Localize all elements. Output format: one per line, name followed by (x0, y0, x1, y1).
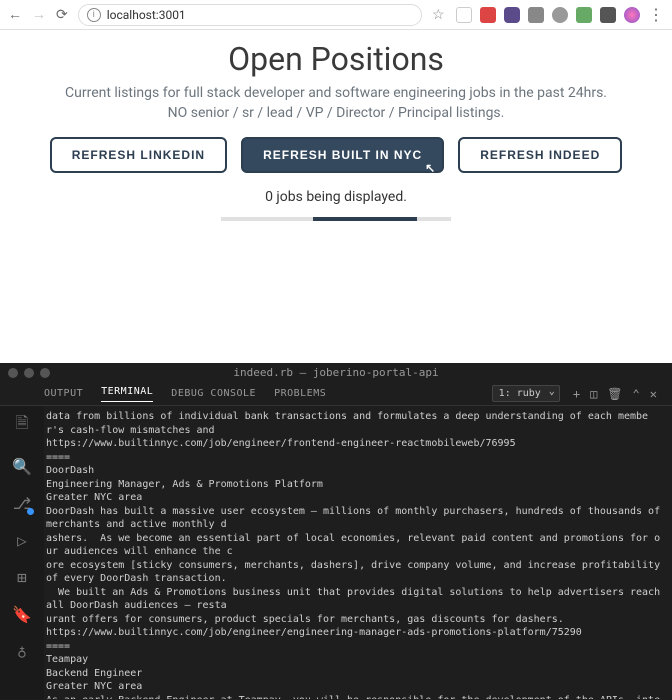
extension-icon[interactable] (504, 7, 520, 23)
tab-output[interactable]: OUTPUT (44, 388, 83, 399)
progress-bar (221, 217, 451, 221)
extensions-icon[interactable]: ⊞ (17, 568, 27, 587)
forward-icon[interactable]: → (32, 6, 46, 23)
extension-icon[interactable] (576, 7, 592, 23)
extension-icon[interactable] (600, 7, 616, 23)
editor-window: indeed.rb — joberino-portal-api OUTPUT T… (0, 363, 672, 700)
page-content: Open Positions Current listings for full… (0, 30, 672, 363)
panel-tabs: OUTPUT TERMINAL DEBUG CONSOLE PROBLEMS 1… (0, 382, 672, 406)
close-panel-icon[interactable]: ✕ (650, 387, 657, 401)
site-info-icon[interactable]: i (87, 8, 101, 22)
browser-toolbar: ← → ⟳ i localhost:3001 ☆ ⋮ (0, 0, 672, 30)
refresh-builtin-button[interactable]: REFRESH BUILT IN NYC ↖ (241, 137, 444, 173)
maximize-window-icon[interactable] (40, 368, 50, 378)
page-subtitle: Current listings for full stack develope… (20, 84, 652, 123)
menu-icon[interactable]: ⋮ (648, 5, 664, 24)
bookmark-icon[interactable]: 🔖 (12, 605, 32, 624)
cursor-icon: ↖ (425, 161, 436, 175)
jobs-status: 0 jobs being displayed. (20, 189, 652, 205)
window-controls (8, 368, 50, 378)
activity-bar: 🗎 🔍 ⎇ ▷ ⊞ 🔖 ♁ (0, 406, 44, 699)
reload-icon[interactable]: ⟳ (56, 7, 68, 23)
back-icon[interactable]: ← (8, 6, 22, 23)
refresh-buttons: REFRESH LINKEDIN REFRESH BUILT IN NYC ↖ … (20, 137, 652, 173)
url-text: localhost:3001 (107, 8, 186, 22)
search-icon[interactable]: 🔍 (12, 457, 32, 476)
tab-debug[interactable]: DEBUG CONSOLE (171, 388, 256, 399)
extension-icon[interactable] (528, 7, 544, 23)
url-bar[interactable]: i localhost:3001 (78, 4, 422, 26)
chevron-up-icon[interactable]: ⌃ (633, 387, 640, 401)
refresh-linkedin-button[interactable]: REFRESH LINKEDIN (50, 137, 227, 173)
close-window-icon[interactable] (8, 368, 18, 378)
bookmark-icon[interactable]: ☆ (432, 7, 448, 23)
minimize-window-icon[interactable] (24, 368, 34, 378)
source-control-icon[interactable]: ⎇ (13, 494, 31, 513)
debug-icon[interactable]: ▷ (17, 531, 27, 550)
profile-avatar-icon[interactable] (624, 7, 640, 23)
extension-icon[interactable] (480, 7, 496, 23)
extension-icon[interactable] (552, 7, 568, 23)
files-icon[interactable]: 🗎 (16, 412, 29, 439)
terminal-output[interactable]: data from billions of individual bank tr… (44, 406, 672, 699)
editor-title: indeed.rb — joberino-portal-api (0, 363, 672, 382)
new-terminal-icon[interactable]: + (573, 387, 580, 401)
page-title: Open Positions (20, 40, 652, 78)
split-terminal-icon[interactable]: ◫ (590, 387, 597, 401)
progress-indicator (313, 217, 417, 221)
extension-icon[interactable] (456, 7, 472, 23)
trash-icon[interactable]: 🗑 (607, 387, 622, 401)
extension-icons: ☆ ⋮ (432, 5, 664, 24)
refresh-indeed-button[interactable]: REFRESH INDEED (458, 137, 622, 173)
terminal-selector[interactable]: 1: ruby (492, 385, 560, 402)
tab-problems[interactable]: PROBLEMS (274, 388, 326, 399)
git-graph-icon[interactable]: ♁ (17, 642, 27, 661)
tab-terminal[interactable]: TERMINAL (101, 386, 153, 402)
